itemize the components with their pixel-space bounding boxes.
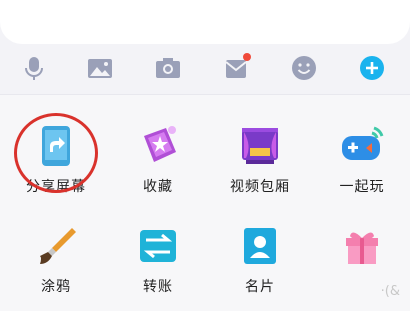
- chat-input-area: [0, 0, 410, 94]
- play-together-button[interactable]: 一起玩: [311, 110, 410, 210]
- message-input[interactable]: [0, 0, 410, 44]
- highlight-circle: [14, 113, 98, 193]
- function-panel: 分享屏幕 收藏 视频包厢 一起玩 涂鸦 转账 名片: [0, 95, 410, 311]
- graffiti-label: 涂鸦: [41, 279, 71, 295]
- gift-icon: [338, 222, 386, 270]
- favorites-label: 收藏: [143, 179, 173, 195]
- play-together-label: 一起玩: [339, 179, 385, 195]
- graffiti-button[interactable]: 涂鸦: [5, 210, 107, 310]
- video-box-icon: [236, 122, 284, 170]
- watermark: ·(&: [380, 284, 400, 299]
- microphone-icon[interactable]: [18, 52, 50, 84]
- emoji-icon[interactable]: [288, 52, 320, 84]
- image-icon[interactable]: [84, 52, 116, 84]
- graffiti-icon: [32, 222, 80, 270]
- business-card-button[interactable]: 名片: [209, 210, 311, 310]
- video-box-label: 视频包厢: [230, 179, 290, 195]
- business-card-label: 名片: [245, 279, 275, 295]
- transfer-icon: [134, 222, 182, 270]
- business-card-icon: [236, 222, 284, 270]
- camera-icon[interactable]: [152, 52, 184, 84]
- input-toolbar: [0, 48, 410, 88]
- video-box-button[interactable]: 视频包厢: [209, 110, 311, 210]
- favorites-button[interactable]: 收藏: [107, 110, 209, 210]
- red-packet-icon[interactable]: [220, 52, 252, 84]
- plus-icon[interactable]: [356, 52, 388, 84]
- transfer-button[interactable]: 转账: [107, 210, 209, 310]
- transfer-label: 转账: [143, 279, 173, 295]
- play-together-icon: [338, 122, 386, 170]
- favorites-icon: [134, 122, 182, 170]
